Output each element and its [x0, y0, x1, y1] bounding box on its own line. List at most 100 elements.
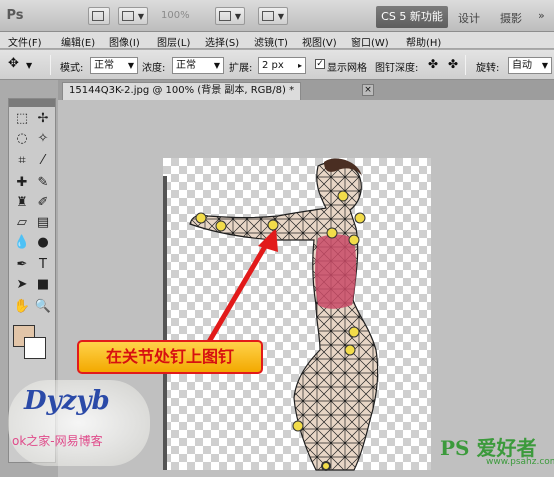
pin[interactable]	[348, 326, 360, 338]
document-tab-strip: 15144Q3K-2.jpg @ 100% (背景 副本, RGB/8) * ×	[58, 80, 554, 100]
workspace-design[interactable]: 设计	[458, 10, 480, 26]
checkmark-icon: ✓	[316, 59, 324, 69]
chevron-down-icon: ▼	[541, 61, 548, 70]
view-extras-button[interactable]: ▼	[118, 7, 148, 25]
close-icon[interactable]: ×	[362, 84, 374, 96]
tools-panel-header[interactable]	[9, 99, 55, 107]
pin[interactable]	[195, 212, 207, 224]
mode-value: 正常	[94, 60, 114, 71]
photoshop-logo: Ps	[6, 8, 24, 23]
arrange-icon	[219, 11, 231, 21]
eraser-icon[interactable]: ▱	[12, 213, 32, 233]
rotate-label: 旋转:	[476, 63, 500, 74]
rotate-value: 自动	[512, 60, 532, 71]
move-icon[interactable]: ✢	[33, 109, 53, 129]
workspace-cs5-new[interactable]: CS 5 新功能	[376, 6, 448, 28]
lasso-icon[interactable]: ◌	[12, 129, 32, 149]
chevron-down-icon: ▼	[213, 61, 220, 70]
show-mesh-label: 显示网格	[327, 63, 367, 74]
workspace-photography[interactable]: 摄影	[500, 10, 522, 26]
zoom-icon[interactable]: 🔍	[33, 297, 53, 317]
document-tab[interactable]: 15144Q3K-2.jpg @ 100% (背景 副本, RGB/8) *	[62, 82, 302, 100]
arrange-documents-button[interactable]: ▼	[215, 7, 245, 25]
density-label: 浓度:	[142, 63, 166, 74]
gradient-icon[interactable]: ▤	[33, 213, 53, 233]
pin[interactable]	[292, 420, 304, 432]
menu-layer[interactable]: 图层(L)	[157, 34, 190, 49]
eyedropper-icon[interactable]: ⁄	[33, 151, 53, 171]
pink-top	[315, 234, 357, 309]
path-select-icon[interactable]: ➤	[12, 275, 32, 295]
figure-silhouette	[189, 158, 379, 471]
screen-mode-icon	[262, 11, 274, 21]
marquee-icon[interactable]: ⬚	[12, 109, 32, 129]
pin-depth-label: 图钉深度:	[375, 63, 419, 74]
menu-image[interactable]: 图像(I)	[109, 34, 140, 49]
crop-icon[interactable]: ⌗	[12, 151, 32, 171]
clone-stamp-icon[interactable]: ♜	[12, 193, 32, 213]
watermark-url: www.psahz.com	[486, 457, 554, 467]
bridge-icon	[92, 11, 104, 21]
pin[interactable]	[344, 344, 356, 356]
mode-select[interactable]: 正常 ▼	[90, 57, 138, 74]
chevron-right-icon: ▸	[297, 61, 302, 70]
bridge-button[interactable]	[88, 7, 110, 25]
watermark-left: Dyzyb ok之家-网易博客	[8, 380, 150, 466]
expand-value: 2 px	[262, 60, 284, 71]
shape-icon[interactable]: ■	[33, 275, 53, 295]
puppet-warp-icon[interactable]: ✥	[8, 56, 19, 71]
chevron-down-icon: ▼	[137, 12, 144, 21]
chevron-down-icon: ▼	[277, 12, 284, 21]
type-icon[interactable]: T	[33, 255, 53, 275]
history-brush-icon[interactable]: ✐	[33, 193, 53, 213]
menu-select[interactable]: 选择(S)	[205, 34, 239, 49]
view-extras-icon	[122, 11, 134, 21]
background-color-swatch[interactable]	[24, 337, 46, 359]
menu-view[interactable]: 视图(V)	[302, 34, 337, 49]
rotate-select[interactable]: 自动 ▼	[508, 57, 552, 74]
dodge-icon[interactable]: ●	[33, 233, 53, 253]
show-mesh-checkbox[interactable]: ✓	[315, 59, 325, 69]
pin[interactable]	[326, 227, 338, 239]
pin[interactable]	[215, 220, 227, 232]
red-arrow	[200, 228, 278, 354]
hand-icon[interactable]: ✋	[12, 297, 32, 317]
menu-edit[interactable]: 编辑(E)	[61, 34, 95, 49]
magic-wand-icon[interactable]: ✧	[33, 129, 53, 149]
more-workspaces-icon[interactable]: »	[538, 9, 545, 22]
pin[interactable]	[267, 219, 279, 231]
callout-label: 在关节处钉上图钉	[77, 340, 263, 374]
options-bar: ✥ ▼ 模式: 正常 ▼ 浓度: 正常 ▼ 扩展: 2 px ▸ ✓ 显示网格 图钉深…	[0, 50, 554, 80]
brush-icon[interactable]: ✎	[33, 173, 53, 193]
application-bar: Ps ▼ 100% ▼ ▼ CS 5 新功能 设计 摄影 »	[0, 0, 554, 32]
density-select[interactable]: 正常 ▼	[172, 57, 224, 74]
density-value: 正常	[176, 60, 196, 71]
watermark-logo: Dyzyb	[24, 386, 110, 416]
expand-field[interactable]: 2 px ▸	[258, 57, 306, 74]
chevron-down-icon: ▼	[234, 12, 241, 21]
blur-icon[interactable]: 💧	[12, 233, 32, 253]
tool-preset-dropdown-icon[interactable]: ▼	[26, 61, 32, 70]
pin[interactable]	[348, 234, 360, 246]
menu-window[interactable]: 窗口(W)	[351, 34, 389, 49]
menu-help[interactable]: 帮助(H)	[406, 34, 441, 49]
wall-edge	[163, 176, 167, 470]
pin-backward-icon[interactable]: ✤	[448, 57, 458, 71]
divider	[50, 55, 51, 75]
healing-icon[interactable]: ✚	[12, 173, 32, 193]
zoom-level[interactable]: 100%	[161, 10, 190, 21]
chevron-down-icon: ▼	[127, 61, 134, 70]
menu-file[interactable]: 文件(F)	[8, 34, 42, 49]
menu-filter[interactable]: 滤镜(T)	[254, 34, 288, 49]
watermark-blog-text: ok之家-网易博客	[12, 434, 103, 448]
pin[interactable]	[354, 212, 366, 224]
mode-label: 模式:	[60, 63, 84, 74]
divider	[465, 55, 466, 75]
pin[interactable]	[337, 190, 349, 202]
pen-icon[interactable]: ✒	[12, 255, 32, 275]
pin-forward-icon[interactable]: ✤	[428, 57, 438, 71]
pin-selected[interactable]	[321, 461, 331, 471]
screen-mode-button[interactable]: ▼	[258, 7, 288, 25]
menu-bar: 文件(F) 编辑(E) 图像(I) 图层(L) 选择(S) 滤镜(T) 视图(V…	[0, 32, 554, 49]
expand-label: 扩展:	[229, 63, 253, 74]
